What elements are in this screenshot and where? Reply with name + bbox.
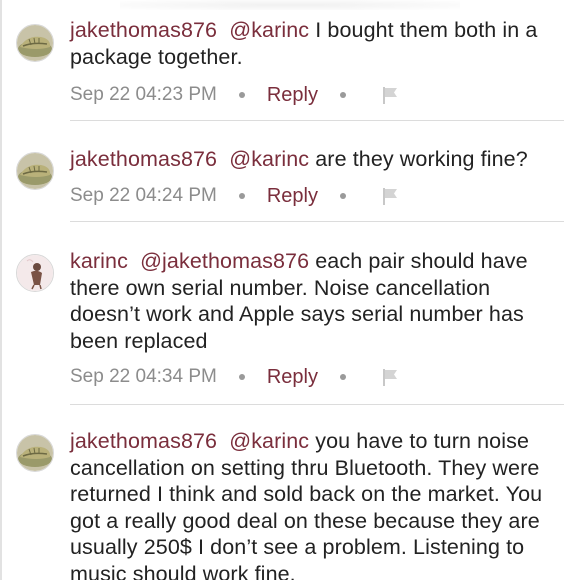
reply-button[interactable]: Reply [267, 185, 318, 208]
comment-text-block: jakethomas876 @karinc are they working f… [70, 146, 566, 173]
shoe-avatar-icon[interactable] [16, 24, 54, 62]
figure-avatar-icon[interactable] [16, 254, 54, 292]
comment-username[interactable]: karinc [70, 249, 128, 273]
comment-mention[interactable]: @karinc [229, 18, 309, 42]
shoe-avatar-icon[interactable] [16, 152, 54, 190]
flag-icon[interactable] [382, 85, 400, 105]
comment-mention[interactable]: @karinc [229, 147, 309, 171]
comment-meta: Sep 22 04:34 PM Reply [70, 364, 400, 390]
comment-text-block: jakethomas876 @karinc you have to turn n… [70, 428, 566, 580]
separator-dot [339, 374, 346, 380]
reply-button[interactable]: Reply [267, 366, 318, 389]
comment-divider [70, 221, 564, 222]
shoe-avatar-icon[interactable] [16, 434, 54, 472]
comment-mention[interactable]: @jakethomas876 [140, 249, 309, 273]
comment-mention[interactable]: @karinc [229, 429, 309, 453]
left-border [0, 0, 2, 580]
comment-timestamp: Sep 22 04:34 PM [70, 366, 217, 387]
comment-username[interactable]: jakethomas876 [70, 429, 217, 453]
separator-dot [339, 92, 346, 98]
separator-dot [238, 374, 245, 380]
comment-meta: Sep 22 04:24 PM Reply [70, 183, 400, 209]
comment-username[interactable]: jakethomas876 [70, 147, 217, 171]
comment-username[interactable]: jakethomas876 [70, 18, 217, 42]
flag-icon[interactable] [382, 367, 400, 387]
reply-button[interactable]: Reply [267, 84, 318, 107]
comment-divider [70, 404, 564, 405]
separator-dot [238, 92, 245, 98]
separator-dot [238, 193, 245, 199]
comment-divider [70, 120, 564, 121]
comment-text-block: jakethomas876 @karinc I bought them both… [70, 17, 566, 70]
separator-dot [339, 193, 346, 199]
comment-text: are they working fine? [315, 147, 528, 171]
flag-icon[interactable] [382, 186, 400, 206]
comment-meta: Sep 22 04:23 PM Reply [70, 82, 400, 108]
top-shadow [120, 0, 460, 10]
comment-timestamp: Sep 22 04:24 PM [70, 185, 217, 206]
comment-timestamp: Sep 22 04:23 PM [70, 84, 217, 105]
comment-text-block: karinc @jakethomas876 each pair should h… [70, 248, 566, 354]
